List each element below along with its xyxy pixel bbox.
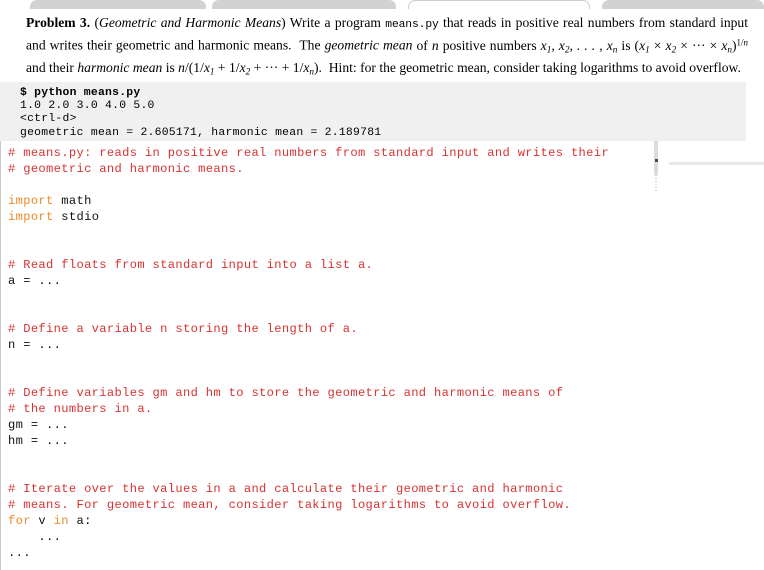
- code-line[interactable]: for v in a:: [8, 513, 764, 529]
- code-line[interactable]: # Iterate over the values in a and calcu…: [8, 481, 764, 497]
- code-keyword: import: [8, 194, 54, 208]
- editor-guide-dots: [655, 175, 657, 193]
- code-text: stdio: [53, 210, 100, 224]
- code-line[interactable]: # means. For geometric mean, consider ta…: [8, 497, 764, 513]
- code-comment: # Read floats from standard input into a…: [8, 258, 374, 272]
- editor-caret: [655, 159, 658, 162]
- code-line[interactable]: [8, 241, 764, 257]
- code-line[interactable]: a = ...: [8, 273, 764, 289]
- term-geometric-mean: geometric mean: [324, 37, 413, 53]
- problem-title: Geometric and Harmonic Means: [99, 15, 282, 30]
- statement-text-4: is n/(1/x1 + 1/x2 + ··· + 1/xn). Hint: f…: [162, 59, 741, 77]
- statement-text-1: Write a program: [289, 15, 386, 30]
- code-line[interactable]: n = ...: [8, 337, 764, 353]
- code-comment: # geometric and harmonic means.: [8, 162, 244, 176]
- program-name: means.py: [385, 19, 439, 31]
- code-line[interactable]: ...: [8, 529, 764, 545]
- code-comment: # Iterate over the values in a and calcu…: [8, 482, 564, 496]
- code-line[interactable]: # Define variables gm and hm to store th…: [8, 385, 764, 401]
- sample-output-box: $ python means.py 1.0 2.0 3.0 4.0 5.0 <ctr…: [0, 82, 746, 141]
- code-line[interactable]: [8, 177, 764, 193]
- editor-scrollbar-thumb[interactable]: [654, 141, 658, 175]
- code-text: a = ...: [8, 274, 62, 288]
- code-comment: # means.py: reads in positive real numbe…: [8, 146, 609, 160]
- code-keyword: in: [53, 514, 69, 528]
- editor-guide-line: [669, 162, 764, 165]
- code-line[interactable]: # means.py: reads in positive real numbe…: [8, 145, 764, 161]
- code-keyword: import: [8, 210, 54, 224]
- browser-tab-strip: [0, 0, 764, 9]
- code-comment: # Define variables gm and hm to store th…: [8, 386, 564, 400]
- code-keyword: for: [8, 514, 31, 528]
- sample-output-line: 1.0 2.0 3.0 4.0 5.0: [20, 100, 155, 113]
- sample-output-line: $ python means.py: [20, 87, 141, 99]
- code-line[interactable]: [8, 465, 764, 481]
- browser-tab-1[interactable]: [30, 0, 206, 9]
- code-comment: # means. For geometric mean, consider ta…: [8, 498, 571, 512]
- code-line[interactable]: [8, 561, 764, 570]
- code-editor[interactable]: # means.py: reads in positive real numbe…: [0, 141, 764, 570]
- code-line[interactable]: [8, 353, 764, 369]
- code-line[interactable]: # the numbers in a.: [8, 401, 764, 417]
- code-line[interactable]: # geometric and harmonic means.: [8, 161, 764, 177]
- term-harmonic-mean: harmonic mean: [77, 59, 163, 75]
- browser-tab-3[interactable]: [408, 0, 590, 9]
- code-comment: # the numbers in a.: [8, 402, 153, 416]
- code-text: n = ...: [8, 338, 62, 352]
- problem-statement: Problem 3. (Geometric and Harmonic Means…: [0, 9, 764, 81]
- code-line[interactable]: # Read floats from standard input into a…: [8, 257, 764, 273]
- code-line[interactable]: ...: [8, 545, 764, 561]
- code-text: ...: [8, 530, 62, 544]
- code-line[interactable]: # Define a variable n storing the length…: [8, 321, 764, 337]
- code-line[interactable]: [8, 449, 764, 465]
- code-line[interactable]: [8, 305, 764, 321]
- code-line[interactable]: [8, 369, 764, 385]
- code-comment: # Define a variable n storing the length…: [8, 322, 358, 336]
- browser-tab-4[interactable]: [602, 0, 764, 9]
- browser-tab-2[interactable]: [212, 0, 396, 9]
- sample-output-line: geometric mean = 2.605171, harmonic mean…: [20, 126, 382, 139]
- code-text: hm = ...: [8, 434, 69, 448]
- code-text: gm = ...: [8, 418, 69, 432]
- code-line[interactable]: [8, 225, 764, 241]
- code-text: a:: [68, 514, 92, 528]
- problem-label: Problem 3.: [26, 15, 91, 30]
- code-line[interactable]: import math: [8, 193, 764, 209]
- code-line[interactable]: gm = ...: [8, 417, 764, 433]
- code-text: v: [30, 514, 54, 528]
- code-text: math: [53, 194, 92, 208]
- code-text: ...: [8, 546, 31, 560]
- problem-title-paren-close: ): [281, 15, 286, 30]
- code-line[interactable]: [8, 289, 764, 305]
- sample-output-line: <ctrl-d>: [20, 113, 77, 126]
- code-line[interactable]: import stdio: [8, 209, 764, 225]
- code-line[interactable]: hm = ...: [8, 433, 764, 449]
